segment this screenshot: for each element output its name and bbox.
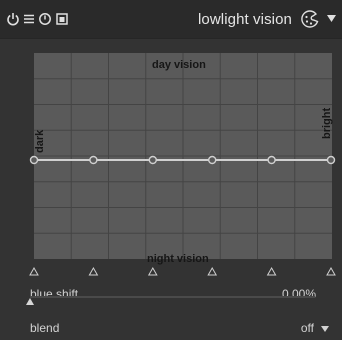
node-marker-triangle[interactable] xyxy=(88,266,99,276)
blue-shift-thumb[interactable] xyxy=(26,298,34,305)
blue-shift-track[interactable] xyxy=(30,296,315,298)
dark-label: dark xyxy=(34,129,46,153)
presets-icon[interactable] xyxy=(55,12,69,26)
node-marker-triangle[interactable] xyxy=(147,266,158,276)
power-icon[interactable] xyxy=(6,12,20,26)
node-marker-triangle[interactable] xyxy=(266,266,277,276)
menu-icon[interactable] xyxy=(22,12,36,26)
curve-node[interactable] xyxy=(29,155,39,165)
dropdown-arrow-icon[interactable] xyxy=(327,15,336,22)
curve-node[interactable] xyxy=(148,155,158,165)
curve-node[interactable] xyxy=(326,155,336,165)
curve-node[interactable] xyxy=(267,155,276,165)
node-marker-triangle[interactable] xyxy=(29,266,39,276)
node-marker-triangle[interactable] xyxy=(207,266,218,276)
preset-palette-icon[interactable] xyxy=(300,9,320,29)
blend-dropdown-arrow-icon[interactable] xyxy=(321,326,329,332)
node-marker-triangle[interactable] xyxy=(326,266,336,276)
reset-icon[interactable] xyxy=(38,12,52,26)
module-header: lowlight vision xyxy=(0,0,342,39)
curve-canvas[interactable] xyxy=(0,39,342,279)
blend-value: off xyxy=(300,321,314,335)
node-markers[interactable] xyxy=(29,266,336,276)
night-vision-label: night vision xyxy=(147,253,209,265)
blue-shift-slider[interactable]: blue shift 0.00% xyxy=(0,284,342,304)
blend-combobox[interactable]: blend off xyxy=(0,314,342,338)
blend-label: blend xyxy=(30,321,60,335)
day-vision-label: day vision xyxy=(152,59,206,71)
bright-label: bright xyxy=(321,107,333,139)
lowlight-curve-graph[interactable]: day vision night vision dark bright xyxy=(0,39,342,279)
curve-node[interactable] xyxy=(89,155,98,165)
module-title: lowlight vision xyxy=(197,11,292,28)
curve-node[interactable] xyxy=(207,155,217,165)
blue-shift-value: 0.00% xyxy=(281,287,316,301)
blue-shift-label: blue shift xyxy=(30,287,79,301)
